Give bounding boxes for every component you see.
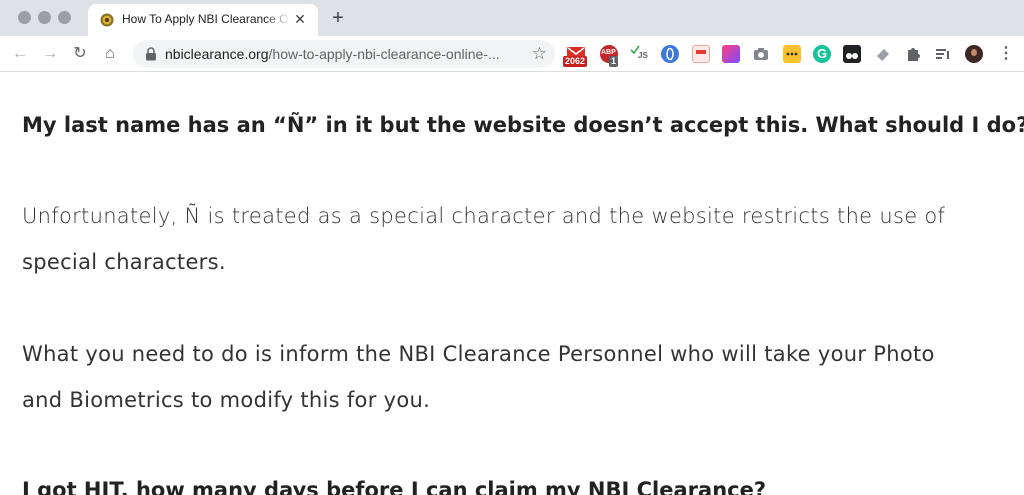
eraser-extension-icon[interactable] [874,45,892,63]
gmail-extension-icon[interactable]: 2062 [563,45,588,67]
grammarly-label: G [817,46,828,61]
tab-close-icon[interactable]: ✕ [292,11,308,27]
faq-answer-line: Unfortunately, Ñ is treated as a special… [22,204,946,228]
faq-answer-line: and Biometrics to modify this for you. [22,388,431,412]
faq-question-special-character: My last name has an “Ñ” in it but the we… [22,113,1024,137]
faq-answer-line: special characters. [22,250,226,274]
home-button[interactable]: ⌂ [100,44,120,64]
extensions-puzzle-icon[interactable] [904,45,922,63]
faq-question-hit: I got HIT, how many days before I can cl… [22,478,767,495]
js-label: JS [638,51,648,60]
gmail-unread-badge: 2062 [563,56,588,67]
browser-toolbar: ← → ↻ ⌂ nbiclearance.org/how-to-apply-nb… [0,36,1024,72]
url-host: nbiclearance.org [165,46,269,62]
translate-extension-icon[interactable] [692,45,710,63]
tampermonkey-extension-icon[interactable] [843,45,861,63]
tab-title: How To Apply NBI Clearance Online [122,12,290,26]
reload-button[interactable]: ↻ [70,44,90,64]
ellipsis-extension-icon[interactable] [783,45,801,63]
lock-icon [146,47,156,61]
new-tab-button[interactable]: + [328,8,348,28]
camera-extension-icon[interactable] [752,45,770,63]
adblock-plus-extension-icon[interactable]: ABP 1 [600,45,619,67]
window-minimize-button[interactable] [38,11,51,24]
color-picker-extension-icon[interactable] [722,45,740,63]
article-content: My last name has an “Ñ” in it but the we… [0,73,1024,495]
back-button[interactable]: ← [10,44,30,64]
faq-answer-line: What you need to do is inform the NBI Cl… [22,342,935,366]
tab-active[interactable]: How To Apply NBI Clearance Online ✕ [88,4,318,36]
url-path: /how-to-apply-nbi-clearance-online-... [268,46,500,62]
window-maximize-button[interactable] [58,11,71,24]
grammarly-extension-icon[interactable]: G [813,45,831,63]
forward-button[interactable]: → [40,44,60,64]
url-text[interactable]: nbiclearance.org/how-to-apply-nbi-cleara… [165,46,515,62]
address-bar[interactable]: nbiclearance.org/how-to-apply-nbi-cleara… [133,40,555,68]
adblock-badge: 1 [609,56,619,67]
window-close-button[interactable] [18,11,31,24]
adblock-label: ABP [601,49,616,56]
nbi-favicon-icon [100,13,114,27]
opera-extension-icon[interactable] [661,45,679,63]
chrome-menu-icon[interactable]: ⋮ [996,44,1016,64]
js-toggle-extension-icon[interactable]: JS [630,45,648,63]
tab-strip: How To Apply NBI Clearance Online ✕ + [0,0,1024,36]
profile-avatar[interactable] [965,45,983,63]
reading-list-icon[interactable] [934,45,952,63]
bookmark-star-icon[interactable]: ☆ [532,44,547,64]
